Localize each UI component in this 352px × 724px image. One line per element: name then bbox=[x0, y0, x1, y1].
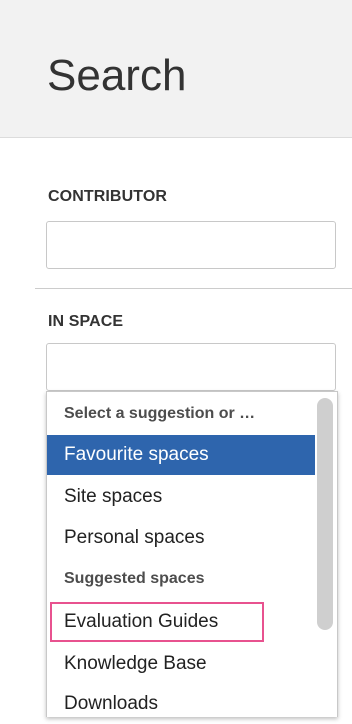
in-space-label: IN SPACE bbox=[48, 313, 124, 330]
suggestion-favourite-spaces[interactable]: Favourite spaces bbox=[47, 435, 315, 475]
suggested-spaces-header: Suggested spaces bbox=[64, 570, 205, 587]
page-header: Search bbox=[0, 0, 352, 138]
page-title: Search bbox=[47, 51, 187, 100]
suggestion-knowledge-base[interactable]: Knowledge Base bbox=[47, 644, 315, 684]
contributor-input[interactable] bbox=[46, 221, 336, 269]
space-suggestion-dropdown: Select a suggestion or … Favourite space… bbox=[46, 391, 338, 717]
suggestion-downloads[interactable]: Downloads bbox=[47, 684, 315, 724]
dropdown-scrollbar[interactable] bbox=[317, 398, 333, 630]
suggestion-evaluation-guides[interactable]: Evaluation Guides bbox=[50, 602, 264, 642]
in-space-input[interactable] bbox=[46, 343, 336, 391]
suggestion-personal-spaces[interactable]: Personal spaces bbox=[47, 518, 315, 558]
suggestion-site-spaces[interactable]: Site spaces bbox=[47, 477, 315, 517]
divider bbox=[35, 288, 352, 289]
dropdown-prompt: Select a suggestion or … bbox=[64, 405, 256, 422]
contributor-label: CONTRIBUTOR bbox=[48, 188, 168, 205]
